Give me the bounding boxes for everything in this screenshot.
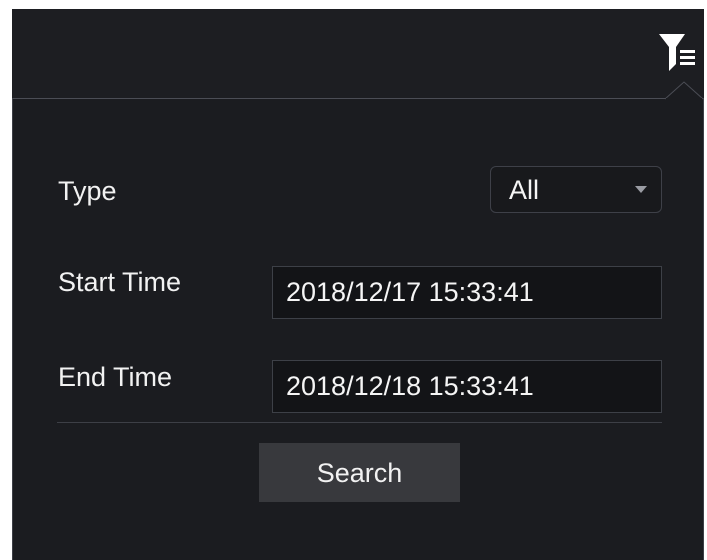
start-time-label: Start Time [58, 267, 182, 297]
top-toolbar [12, 9, 704, 100]
type-select[interactable]: All [490, 166, 662, 213]
search-button[interactable]: Search [259, 443, 460, 502]
filter-list-icon [659, 34, 695, 71]
end-time-label: End Time [58, 362, 173, 392]
type-label: Type [58, 176, 117, 206]
end-time-field[interactable] [272, 360, 662, 413]
panel-divider [57, 422, 662, 423]
chevron-down-icon [635, 186, 647, 193]
filter-button[interactable] [654, 30, 700, 82]
filter-popover-screen: Type All Start Time End Time Search [0, 0, 707, 560]
start-time-field[interactable] [272, 266, 662, 319]
type-select-value: All [509, 175, 540, 205]
